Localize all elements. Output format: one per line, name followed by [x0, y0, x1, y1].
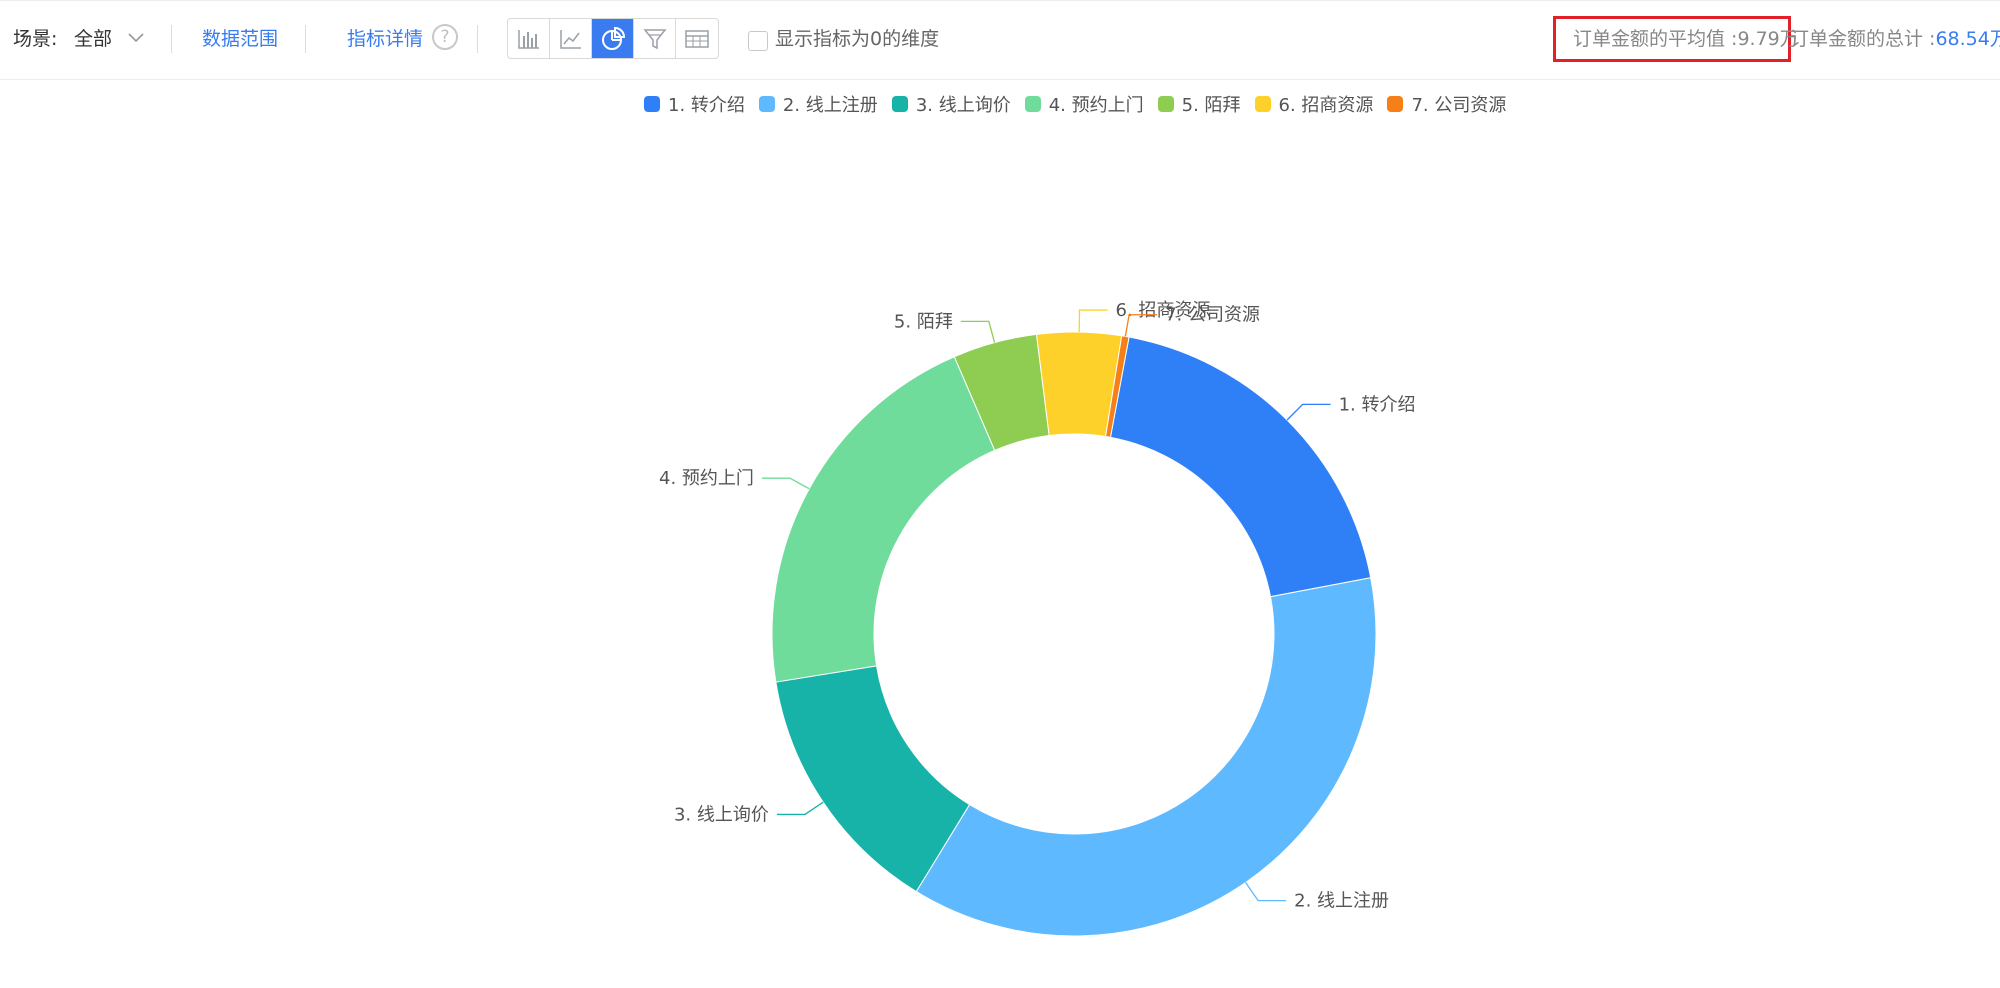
slice-label: 7. 公司资源 [1165, 305, 1260, 326]
slice-label: 5. 陌拜 [894, 311, 953, 332]
donut-slice[interactable] [1109, 336, 1372, 598]
slice-label: 1. 转介绍 [1339, 394, 1416, 415]
leader-line [1078, 309, 1108, 333]
donut-slice[interactable] [915, 577, 1377, 937]
slice-label: 2. 线上注册 [1294, 891, 1389, 912]
slice-label: 4. 预约上门 [659, 468, 754, 489]
donut-chart: 1. 转介绍2. 线上注册3. 线上询价4. 预约上门5. 陌拜6. 招商资源7… [659, 300, 1416, 937]
leader-line [1286, 403, 1331, 421]
slice-label: 3. 线上询价 [674, 804, 769, 825]
leader-line [761, 477, 810, 490]
donut-slice[interactable] [771, 356, 996, 683]
leader-line [776, 801, 824, 816]
leader-line [960, 320, 996, 343]
leader-line [1245, 882, 1287, 902]
